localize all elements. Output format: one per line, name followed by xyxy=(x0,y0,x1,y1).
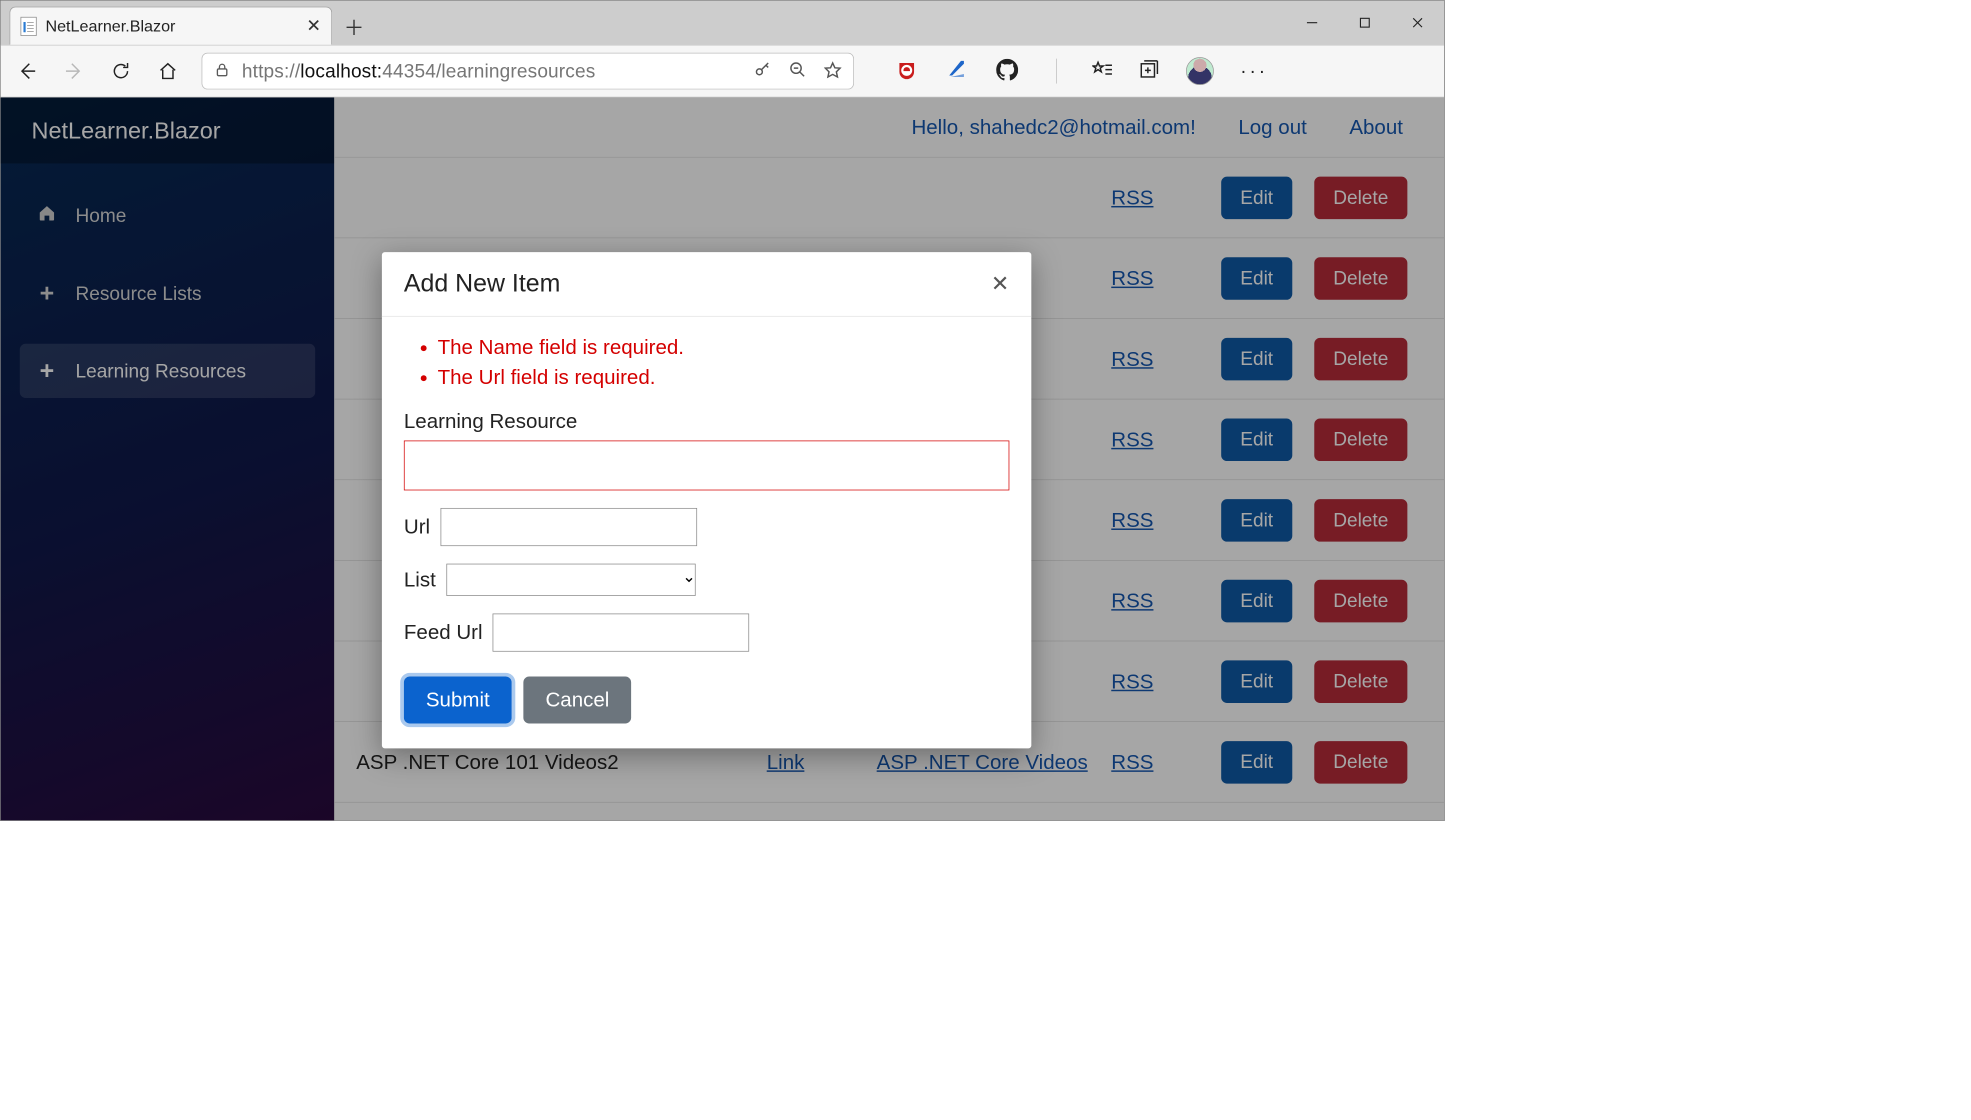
delete-button[interactable]: Delete xyxy=(1314,257,1407,300)
sidebar-item-label: Learning Resources xyxy=(75,360,246,383)
delete-button[interactable]: Delete xyxy=(1314,176,1407,219)
sidebar-item-home[interactable]: Home xyxy=(20,188,315,242)
window-minimize-button[interactable] xyxy=(1286,1,1339,45)
url-label: Url xyxy=(404,515,430,538)
edit-button[interactable]: Edit xyxy=(1221,741,1292,784)
row-rss-link[interactable]: RSS xyxy=(1111,508,1199,531)
row-rss-link[interactable]: RSS xyxy=(1111,347,1199,370)
browser-tab[interactable]: NetLearner.Blazor ✕ xyxy=(10,7,333,45)
add-new-item-dialog: Add New Item ✕ The Name field is require… xyxy=(382,252,1031,748)
profile-avatar[interactable] xyxy=(1186,57,1214,85)
cancel-button[interactable]: Cancel xyxy=(523,677,631,724)
brand-title: NetLearner.Blazor xyxy=(1,97,335,163)
delete-button[interactable]: Delete xyxy=(1314,499,1407,542)
github-icon[interactable] xyxy=(996,58,1018,84)
nav-refresh-button[interactable] xyxy=(108,58,134,84)
tab-title: NetLearner.Blazor xyxy=(45,16,297,35)
extensions xyxy=(896,58,1065,84)
delete-button[interactable]: Delete xyxy=(1314,741,1407,784)
nav-home-button[interactable] xyxy=(155,58,181,84)
edit-button[interactable]: Edit xyxy=(1221,257,1292,300)
tab-close-icon[interactable]: ✕ xyxy=(306,15,321,36)
edit-button[interactable]: Edit xyxy=(1221,418,1292,461)
delete-button[interactable]: Delete xyxy=(1314,660,1407,703)
window-maximize-button[interactable] xyxy=(1338,1,1391,45)
list-select[interactable] xyxy=(446,564,695,596)
row-rss-link[interactable]: RSS xyxy=(1111,589,1199,612)
sidebar-item-label: Resource Lists xyxy=(75,282,201,305)
validation-error: The Url field is required. xyxy=(438,363,1010,393)
more-menu-icon[interactable]: ··· xyxy=(1240,60,1268,83)
row-name: ASP .NET Core 101 Videos2 xyxy=(356,750,744,773)
submit-button[interactable]: Submit xyxy=(404,677,512,724)
edit-button[interactable]: Edit xyxy=(1221,499,1292,542)
sidebar: NetLearner.Blazor Home + Resource Lists … xyxy=(1,97,335,820)
plus-icon: + xyxy=(36,279,58,308)
dialog-title: Add New Item xyxy=(404,270,561,299)
sidebar-item-resource-lists[interactable]: + Resource Lists xyxy=(20,266,315,320)
row-rss-link[interactable]: RSS xyxy=(1111,186,1199,209)
row-type-link[interactable]: Link xyxy=(767,750,855,773)
edit-button[interactable]: Edit xyxy=(1221,176,1292,219)
window-close-button[interactable] xyxy=(1391,1,1444,45)
row-rss-link[interactable]: RSS xyxy=(1111,750,1199,773)
row-list-link[interactable]: ASP .NET Core Videos xyxy=(877,750,1090,773)
name-input[interactable] xyxy=(404,441,1009,491)
nav-back-button[interactable] xyxy=(14,58,40,84)
row-rss-link[interactable]: RSS xyxy=(1111,266,1199,289)
key-icon[interactable] xyxy=(754,60,772,81)
validation-errors: The Name field is required. The Url fiel… xyxy=(404,333,1009,393)
window-controls xyxy=(1286,1,1444,45)
favorites-list-icon[interactable] xyxy=(1092,59,1113,83)
address-bar[interactable]: https://localhost:44354/learningresource… xyxy=(202,53,854,90)
sidebar-item-learning-resources[interactable]: + Learning Resources xyxy=(20,344,315,398)
favorite-star-icon[interactable] xyxy=(824,60,842,81)
ublock-icon[interactable] xyxy=(896,61,917,82)
dialog-close-icon[interactable]: ✕ xyxy=(991,271,1009,297)
table-row: RSS Edit Delete xyxy=(334,158,1444,239)
about-link[interactable]: About xyxy=(1349,115,1403,138)
list-label: List xyxy=(404,568,436,591)
topbar: Hello, shahedc2@hotmail.com! Log out Abo… xyxy=(334,97,1444,157)
new-tab-button[interactable]: ＋ xyxy=(339,12,368,41)
validation-error: The Name field is required. xyxy=(438,333,1010,363)
browser-toolbar: https://localhost:44354/learningresource… xyxy=(1,45,1444,98)
delete-button[interactable]: Delete xyxy=(1314,418,1407,461)
feather-icon[interactable] xyxy=(946,58,967,84)
sidebar-item-label: Home xyxy=(75,204,126,227)
row-rss-link[interactable]: RSS xyxy=(1111,428,1199,451)
edit-button[interactable]: Edit xyxy=(1221,579,1292,622)
row-rss-link[interactable]: RSS xyxy=(1111,670,1199,693)
delete-button[interactable]: Delete xyxy=(1314,579,1407,622)
url-text: https://localhost:44354/learningresource… xyxy=(242,60,596,83)
greeting-link[interactable]: Hello, shahedc2@hotmail.com! xyxy=(911,115,1195,138)
edit-button[interactable]: Edit xyxy=(1221,660,1292,703)
feed-url-label: Feed Url xyxy=(404,621,483,644)
url-input[interactable] xyxy=(440,508,697,546)
plus-icon: + xyxy=(36,357,58,386)
lock-icon xyxy=(214,61,230,81)
logout-link[interactable]: Log out xyxy=(1238,115,1306,138)
name-label: Learning Resource xyxy=(404,410,1009,433)
home-icon xyxy=(36,203,58,227)
feed-url-input[interactable] xyxy=(493,614,750,652)
browser-titlebar: NetLearner.Blazor ✕ ＋ xyxy=(1,1,1444,45)
nav-forward-button[interactable] xyxy=(61,58,87,84)
zoom-out-icon[interactable] xyxy=(789,60,807,81)
delete-button[interactable]: Delete xyxy=(1314,338,1407,381)
tab-favicon xyxy=(21,16,37,35)
toolbar-separator xyxy=(1056,59,1057,84)
collections-icon[interactable] xyxy=(1139,59,1160,83)
edit-button[interactable]: Edit xyxy=(1221,338,1292,381)
